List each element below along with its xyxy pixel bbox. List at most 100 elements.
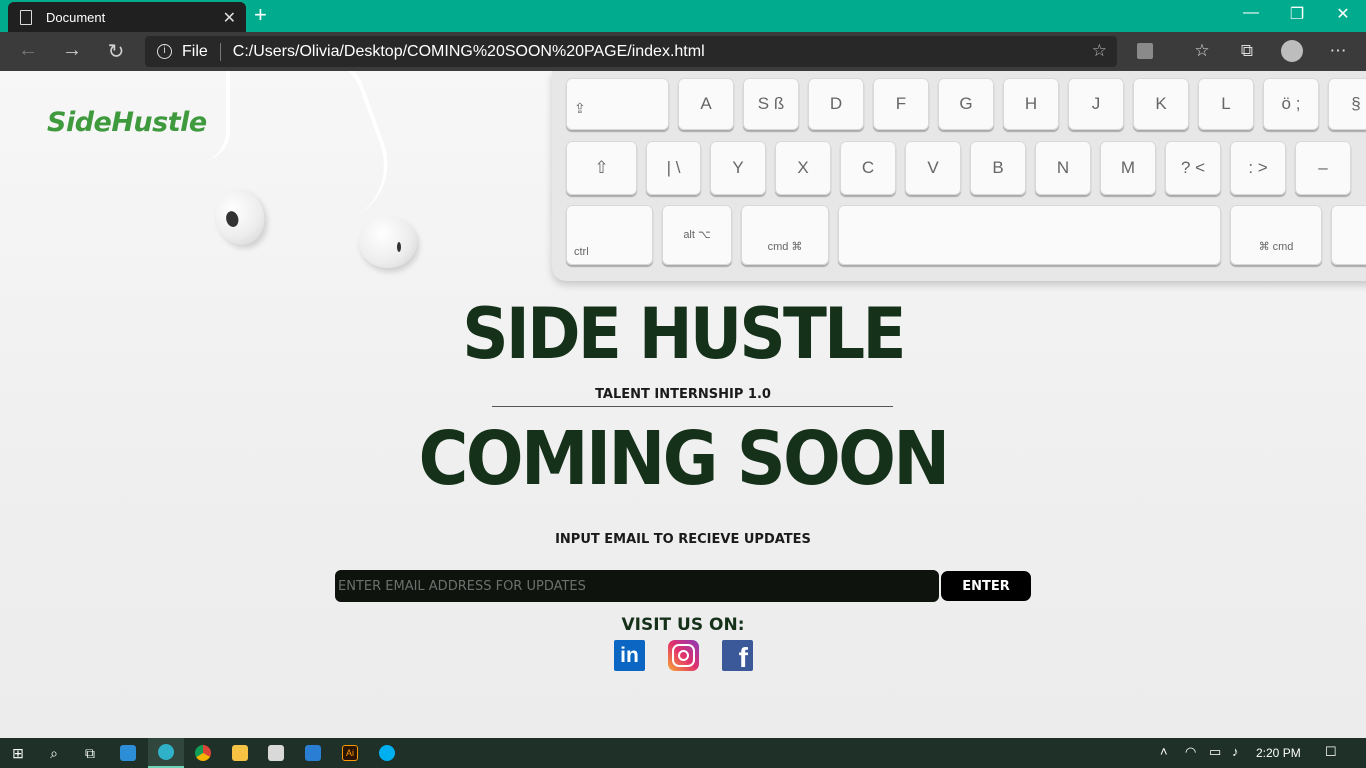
keyboard-key: : > [1230,141,1286,195]
illustrator-glyph: Ai [342,745,358,761]
forward-button[interactable]: → [57,39,87,62]
wifi-icon[interactable]: ◠ [1185,744,1196,760]
url-scheme-label: File [182,42,208,60]
chrome-glyph [195,745,211,761]
browser-navbar: ← → ↻ i File C:/Users/Olivia/Desktop/COM… [0,32,1366,71]
keyboard-key: | \ [646,141,701,195]
keyboard-image: ⇪ A S ß D F G H J K L ö ; § ⇧ | \ Y X C … [552,71,1366,281]
keyboard-key: N [1035,141,1091,195]
windows-taskbar: ⊞ ⌕ ⧉ Ai ˄ ◠ ▭ ♪ 2:20 PM ☐ [0,738,1366,768]
keyboard-key: S ß [743,78,799,130]
info-icon[interactable]: i [157,44,172,59]
title-divider [492,406,893,407]
battery-icon[interactable]: ▭ [1209,744,1221,760]
keyboard-key: B [970,141,1026,195]
close-tab-icon[interactable]: ✕ [223,8,236,28]
enter-button[interactable]: ENTER [941,571,1031,601]
favorites-icon[interactable]: ☆ [1190,41,1214,61]
taskbar-clock[interactable]: 2:20 PM [1256,746,1301,760]
edge-glyph [158,744,174,760]
keyboard-key: alt ⌥ [662,205,732,265]
earbud-speaker [224,209,241,229]
web-page: ⇪ A S ß D F G H J K L ö ; § ⇧ | \ Y X C … [0,71,1366,738]
subtitle: TALENT INTERNSHIP 1.0 [595,387,771,402]
keyboard-key [1331,205,1366,265]
url-separator [219,42,221,61]
close-window-button[interactable]: ✕ [1328,4,1358,24]
email-input[interactable] [335,570,939,602]
facebook-icon[interactable]: f [722,640,753,673]
keyboard-key: ctrl [566,205,653,265]
keyboard-key: ? < [1165,141,1221,195]
keyboard-key: ⇪ [566,78,669,130]
store-glyph [268,745,284,761]
file-explorer-icon[interactable] [222,738,258,768]
keyboard-key: – [1295,141,1351,195]
linkedin-icon[interactable]: in [614,640,645,671]
keyboard-key: V [905,141,961,195]
address-bar[interactable]: i File C:/Users/Olivia/Desktop/COMING%20… [145,36,1117,67]
keyboard-key: J [1068,78,1124,130]
earbud-speaker [397,242,401,252]
favorite-star-icon[interactable]: ☆ [1092,41,1107,61]
skype-icon[interactable] [369,738,405,768]
task-view-icon[interactable]: ⧉ [72,738,108,768]
sidehustle-logo[interactable]: SideHustle [47,107,207,138]
keyboard-key: G [938,78,994,130]
search-icon[interactable]: ⌕ [36,738,72,768]
more-menu-icon[interactable]: ⋯ [1326,41,1350,61]
keyboard-key: F [873,78,929,130]
earbud-cable [255,71,405,234]
vscode-glyph [120,745,136,761]
back-button[interactable]: ← [13,39,43,62]
keyboard-key: Y [710,141,766,195]
instagram-icon[interactable] [668,640,699,671]
coming-soon-heading: COMING SOON [418,416,951,502]
keyboard-key: cmd ⌘ [741,205,829,265]
vscode-icon[interactable] [110,738,146,768]
updates-label: INPUT EMAIL TO RECIEVE UPDATES [555,532,811,547]
restore-button[interactable]: ❐ [1282,4,1312,24]
keyboard-key: D [808,78,864,130]
keyboard-key: ⇧ [566,141,637,195]
tab-title: Document [46,9,106,25]
browser-tab[interactable]: Document ✕ [8,2,246,32]
extension-icon[interactable] [1137,43,1153,59]
keyboard-key: K [1133,78,1189,130]
windows-start-icon[interactable]: ⊞ [0,738,36,768]
keyboard-key: M [1100,141,1156,195]
keyboard-key: C [840,141,896,195]
visit-us-label: VISIT US ON: [621,615,745,635]
keyboard-key: ⌘ cmd [1230,205,1322,265]
keyboard-key: ö ; [1263,78,1319,130]
refresh-button[interactable]: ↻ [101,39,131,64]
keyboard-key: § [1328,78,1366,130]
skype-glyph [379,745,395,761]
hero-title: SIDE HUSTLE [462,293,906,375]
illustrator-icon[interactable]: Ai [332,738,368,768]
mail-icon[interactable] [295,738,331,768]
store-icon[interactable] [258,738,294,768]
show-hidden-icons-icon[interactable]: ˄ [1160,744,1168,759]
instagram-lens [678,650,689,661]
notifications-icon[interactable]: ☐ [1325,744,1337,760]
volume-icon[interactable]: ♪ [1232,744,1239,759]
earbud-right [359,216,417,268]
chrome-icon[interactable] [185,738,221,768]
keyboard-key: L [1198,78,1254,130]
mail-glyph [305,745,321,761]
profile-avatar-icon[interactable] [1281,40,1303,62]
keyboard-key: H [1003,78,1059,130]
keyboard-spacebar [838,205,1221,265]
keyboard-key: A [678,78,734,130]
collections-icon[interactable]: ⧉ [1235,41,1259,61]
earbud-left [209,183,271,251]
edge-icon[interactable] [148,738,184,768]
document-icon [20,9,32,25]
browser-titlebar: Document ✕ + — ❐ ✕ [0,0,1366,32]
minimize-button[interactable]: — [1236,4,1266,22]
url-text[interactable]: C:/Users/Olivia/Desktop/COMING%20SOON%20… [233,43,705,61]
keyboard-key: X [775,141,831,195]
folder-glyph [232,745,248,761]
new-tab-button[interactable]: + [254,3,267,27]
